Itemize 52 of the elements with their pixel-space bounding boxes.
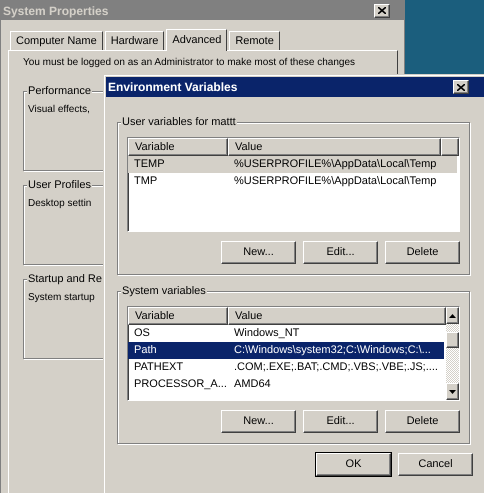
variable-row[interactable]: OS Windows_NT bbox=[128, 325, 444, 342]
close-button[interactable] bbox=[374, 4, 390, 18]
table-cell-text: C:\Windows\system32;C:\Windows;C:\... bbox=[233, 343, 432, 358]
column-header[interactable]: Variable bbox=[128, 307, 228, 325]
group-text: Desktop settin bbox=[28, 197, 92, 211]
table-cell-text: PROCESSOR_A... bbox=[133, 377, 228, 392]
dialog-button[interactable]: Edit... bbox=[303, 241, 378, 264]
dialog-button[interactable]: New... bbox=[221, 410, 296, 433]
group-label: System variables bbox=[121, 284, 207, 298]
tab[interactable]: Computer Name bbox=[10, 31, 103, 50]
variable-row[interactable]: PROCESSOR_A... AMD64 bbox=[128, 376, 444, 393]
down-arrow-icon bbox=[448, 390, 456, 394]
dialog-button[interactable]: OK bbox=[316, 453, 391, 476]
group-label: Startup and Re bbox=[27, 272, 103, 286]
table-cell-text: TEMP bbox=[133, 157, 166, 172]
table-cell-text: %USERPROFILE%\AppData\Local\Temp bbox=[233, 157, 438, 172]
variable-row[interactable]: Path C:\Windows\system32;C:\Windows;C:\... bbox=[128, 342, 444, 359]
table-cell-text: PATHEXT bbox=[133, 360, 184, 375]
window-title: Environment Variables bbox=[108, 79, 238, 96]
scrollbar[interactable] bbox=[446, 307, 459, 400]
column-header[interactable]: Value bbox=[228, 138, 441, 156]
close-icon bbox=[378, 7, 386, 14]
dialog-button[interactable]: Cancel bbox=[398, 453, 473, 476]
tab[interactable]: Advanced bbox=[166, 29, 228, 51]
dialog-button[interactable]: Delete bbox=[385, 410, 460, 433]
table-cell-text: OS bbox=[133, 326, 151, 341]
table-cell-text: TMP bbox=[133, 174, 158, 189]
close-icon bbox=[457, 84, 465, 90]
table-cell-text: AMD64 bbox=[233, 377, 272, 392]
scroll-down-button[interactable] bbox=[446, 383, 459, 400]
group-text: Visual effects, bbox=[28, 103, 90, 117]
tab[interactable]: Hardware bbox=[104, 31, 164, 50]
table-cell-text: Windows_NT bbox=[233, 326, 300, 341]
variable-row[interactable]: PATHEXT .COM;.EXE;.BAT;.CMD;.VBS;.VBE;.JS;.... bbox=[128, 359, 444, 376]
variable-row[interactable]: TEMP %USERPROFILE%\AppData\Local\Temp bbox=[128, 156, 457, 173]
close-button[interactable] bbox=[453, 80, 469, 94]
column-header[interactable]: Value bbox=[228, 307, 446, 325]
window-title: System Properties bbox=[3, 2, 108, 20]
tab[interactable]: Remote bbox=[229, 31, 280, 50]
table-cell-text: Path bbox=[133, 343, 158, 358]
dialog-button[interactable]: Edit... bbox=[303, 410, 378, 433]
table-cell-text: .COM;.EXE;.BAT;.CMD;.VBS;.VBE;.JS;.... bbox=[233, 360, 439, 375]
group-text: System startup bbox=[28, 291, 95, 305]
variable-row[interactable]: TMP %USERPROFILE%\AppData\Local\Temp bbox=[128, 173, 457, 190]
dialog-button[interactable]: Delete bbox=[385, 241, 460, 264]
dialog-button[interactable]: New... bbox=[221, 241, 296, 264]
up-arrow-icon bbox=[448, 314, 456, 318]
column-header[interactable]: Variable bbox=[128, 138, 228, 156]
notice-text: You must be logged on as an Administrator to make most of these changes bbox=[23, 57, 356, 69]
table-cell-text: %USERPROFILE%\AppData\Local\Temp bbox=[233, 174, 438, 189]
scroll-up-button[interactable] bbox=[446, 307, 459, 324]
scroll-thumb[interactable] bbox=[446, 332, 459, 348]
